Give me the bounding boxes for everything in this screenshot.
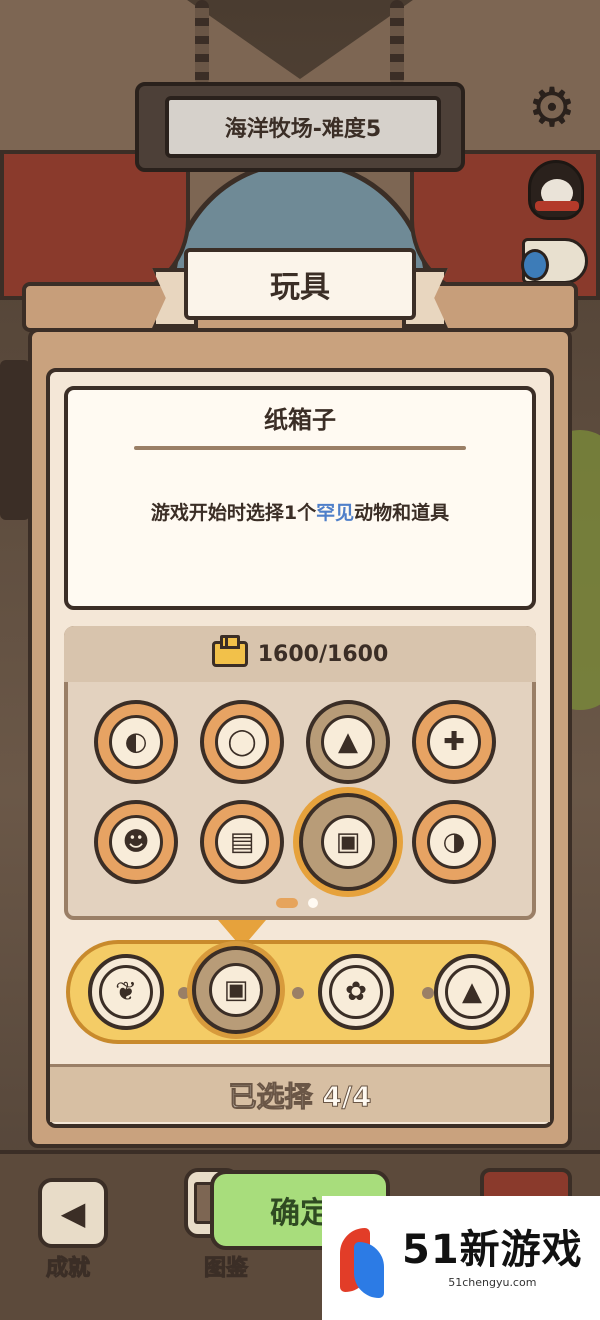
description-text-before: 游戏开始时选择1个	[150, 502, 317, 524]
tray-slot[interactable]: ▲	[434, 954, 510, 1030]
collar-item[interactable]: ◯	[200, 700, 284, 784]
budget-header: 1600/1600	[64, 626, 536, 682]
plunger-toy-icon: ▲	[321, 715, 375, 769]
back-arrow-icon: ◀	[60, 1194, 86, 1232]
rarity-highlight: 罕见	[316, 502, 355, 524]
beach-ball-icon: ◑	[427, 815, 481, 869]
collection-label: 图鉴	[203, 1256, 249, 1282]
panel-title: 玩具	[184, 248, 416, 320]
watermark-brand: 51新游戏	[402, 1226, 583, 1273]
level-title: 海洋牧场-难度5	[165, 96, 441, 158]
game-console-item[interactable]: ✚	[412, 700, 496, 784]
page-dot-inactive[interactable]	[308, 898, 318, 908]
plunger-toy-item[interactable]: ▲	[306, 700, 390, 784]
collar-icon: ◯	[215, 715, 269, 769]
plunger-toy-icon: ▲	[445, 965, 499, 1019]
cat-tree-item[interactable]: ▤	[200, 800, 284, 884]
tray-separator-dot	[422, 987, 434, 999]
yellow-fish-icon: ❦	[99, 965, 153, 1019]
item-description: 游戏开始时选择1个罕见动物和道具	[130, 496, 470, 530]
tray-slot[interactable]: ✿	[318, 954, 394, 1030]
cardboard-box-icon: ▣	[321, 815, 375, 869]
item-name: 纸箱子	[264, 406, 336, 434]
cardboard-box-item[interactable]: ▣	[299, 793, 397, 891]
watermark: 51新游戏 51chengyu.com	[322, 1196, 600, 1320]
announcement-button[interactable]	[521, 238, 588, 284]
side-lamp	[0, 360, 30, 520]
coin-bricks-icon	[211, 635, 248, 667]
achievements-button[interactable]: ◀	[38, 1178, 108, 1248]
cardboard-box-icon: ▣	[209, 963, 263, 1017]
beach-ball-item[interactable]: ◑	[412, 800, 496, 884]
tray-separator-dot	[292, 987, 304, 999]
cat-doll-item[interactable]: ☻	[94, 800, 178, 884]
penguin-profile-button[interactable]	[528, 160, 584, 220]
description-divider	[134, 446, 466, 450]
gear-icon: ⚙	[527, 76, 577, 139]
sign-chain-left	[195, 0, 209, 86]
cat-bowl-item[interactable]: ◐	[94, 700, 178, 784]
watermark-logo-icon	[336, 1208, 390, 1308]
page-dot-active[interactable]	[276, 898, 298, 908]
tray-slot[interactable]: ▣	[192, 946, 280, 1034]
tray-slot[interactable]: ❦	[88, 954, 164, 1030]
settings-button[interactable]: ⚙	[522, 78, 582, 138]
cat-doll-icon: ☻	[109, 815, 163, 869]
tray-separator-dot	[178, 987, 190, 999]
watermark-url: 51chengyu.com	[448, 1275, 537, 1289]
sign-chain-right	[390, 0, 404, 86]
description-text-after: 动物和道具	[354, 502, 450, 524]
budget-value: 1600/1600	[257, 641, 389, 667]
achievements-label: 成就	[45, 1256, 91, 1282]
selected-count: 已选择 4/4	[50, 1064, 550, 1122]
cat-tree-icon: ▤	[215, 815, 269, 869]
goldfish-icon: ✿	[329, 965, 383, 1019]
cat-bowl-icon: ◐	[109, 715, 163, 769]
game-console-icon: ✚	[427, 715, 481, 769]
